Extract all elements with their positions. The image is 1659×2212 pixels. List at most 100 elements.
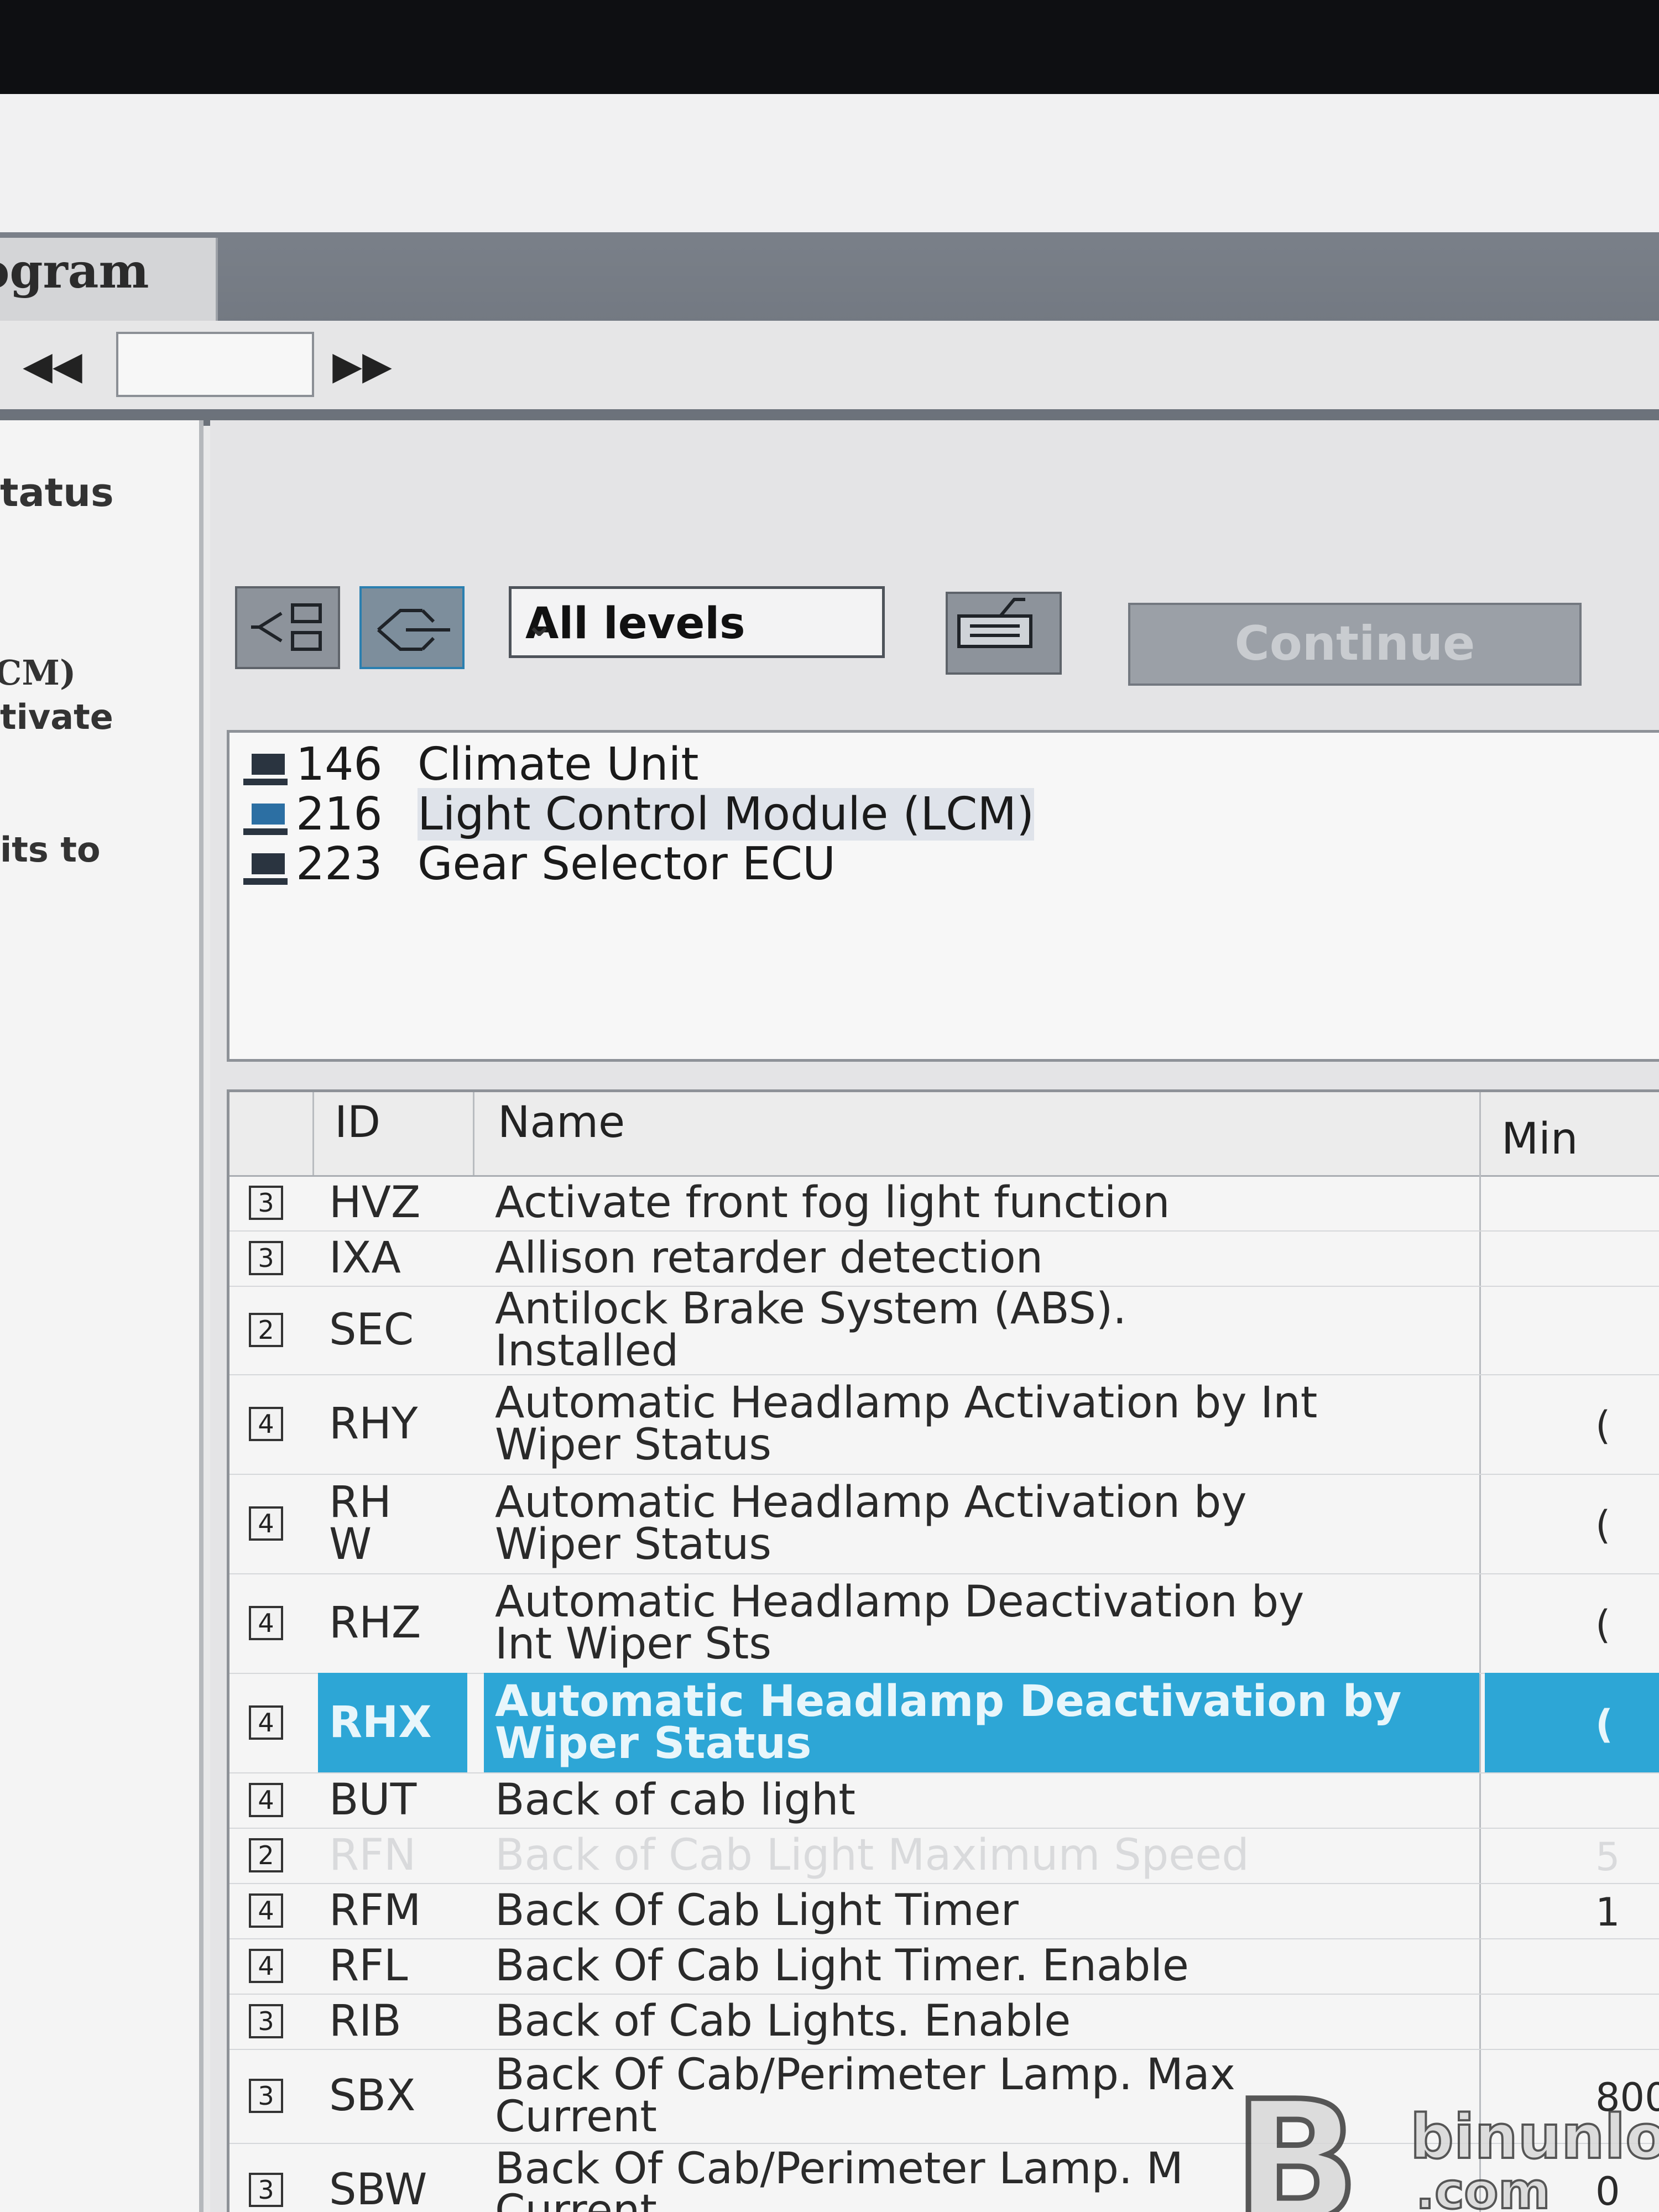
status-line-1: CM) bbox=[0, 653, 76, 693]
parameter-id: BUT bbox=[329, 1775, 417, 1825]
ecu-name: Light Control Module (LCM) bbox=[418, 788, 1035, 841]
column-header-id[interactable]: ID bbox=[335, 1098, 380, 1147]
table-row-selected[interactable]: 4 RHX Automatic Headlamp Deactivation by W… bbox=[229, 1673, 1659, 1773]
watermark-domain: .com bbox=[1415, 2161, 1551, 2212]
parameter-name: Back Of Cab Light Timer bbox=[495, 1886, 1019, 1936]
table-row[interactable]: 4 RFM Back Of Cab Light Timer 1 bbox=[229, 1883, 1659, 1939]
parameter-id: RFN bbox=[329, 1830, 416, 1880]
column-header-min[interactable]: Min bbox=[1501, 1114, 1578, 1164]
table-row[interactable]: 3 RIB Back of Cab Lights. Enable bbox=[229, 1994, 1659, 2050]
table-row[interactable]: 4 RH W Automatic Headlamp Activation by Wi… bbox=[229, 1474, 1659, 1574]
table-row[interactable]: 4 RFL Back Of Cab Light Timer. Enable bbox=[229, 1938, 1659, 1995]
parameter-id: RHY bbox=[329, 1399, 418, 1449]
tree-view-icon[interactable] bbox=[235, 586, 340, 669]
parameter-name: Back of Cab Lights. Enable bbox=[495, 1996, 1071, 2046]
parameter-name: Back of Cab Light Maximum Speed bbox=[495, 1830, 1249, 1880]
level-badge: 2 bbox=[249, 1838, 283, 1872]
screen: ogram ◀◀ ▶▶ tatus CM) tivate its to bbox=[0, 94, 1659, 2212]
table-row[interactable]: 2 SEC Antilock Brake System (ABS). Install… bbox=[229, 1286, 1659, 1375]
parameter-min: ( bbox=[1595, 1602, 1611, 1647]
ecu-item-selected[interactable]: 216 Light Control Module (LCM) bbox=[241, 788, 1035, 841]
parameter-id: SBW bbox=[329, 2165, 427, 2212]
program-tab[interactable]: ogram bbox=[0, 238, 218, 321]
watermark-name: binunlock bbox=[1409, 2100, 1659, 2173]
level-badge: 2 bbox=[249, 1313, 283, 1347]
level-badge: 4 bbox=[249, 1705, 283, 1740]
keyboard-icon[interactable] bbox=[946, 592, 1062, 675]
parameter-min: 1 bbox=[1595, 1890, 1620, 1935]
table-row[interactable]: 4 RHY Automatic Headlamp Activation by Int… bbox=[229, 1374, 1659, 1475]
ecu-id: 223 bbox=[296, 838, 383, 890]
parameter-id: RH W bbox=[329, 1478, 392, 1569]
parameter-id: HVZ bbox=[329, 1178, 421, 1228]
table-row[interactable]: 3 HVZ Activate front fog light function bbox=[229, 1175, 1659, 1232]
collapse-tree-icon[interactable] bbox=[359, 586, 465, 669]
fast-forward-icon[interactable]: ▶▶ bbox=[332, 343, 393, 393]
ecu-id: 146 bbox=[296, 738, 383, 791]
computer-icon bbox=[241, 848, 296, 886]
status-line-2: tivate bbox=[0, 697, 113, 737]
level-badge: 3 bbox=[249, 2173, 283, 2207]
table-row[interactable]: 3 IXA Allison retarder detection bbox=[229, 1230, 1659, 1287]
level-badge: 3 bbox=[249, 2004, 283, 2038]
continue-button[interactable]: Continue bbox=[1128, 603, 1582, 686]
table-row[interactable]: 4 BUT Back of cab light bbox=[229, 1772, 1659, 1829]
column-divider bbox=[473, 1092, 474, 1175]
parameters-table: ID Name Min 3 HVZ Activate front fog light… bbox=[227, 1089, 1659, 2212]
parameter-id: RHZ bbox=[329, 1598, 421, 1648]
main-area: All levels ⌄ Continue 146 Climate Unit 2… bbox=[210, 420, 1659, 2212]
parameter-name: Automatic Headlamp Deactivation by Int W… bbox=[495, 1577, 1305, 1669]
parameter-name: Back Of Cab Light Timer. Enable bbox=[495, 1941, 1189, 1991]
table-row[interactable]: 4 RHZ Automatic Headlamp Deactivation by I… bbox=[229, 1573, 1659, 1674]
top-band bbox=[0, 94, 1659, 232]
table-row[interactable]: 2 RFN Back of Cab Light Maximum Speed 5 bbox=[229, 1828, 1659, 1884]
parameter-min: 5 bbox=[1595, 1834, 1620, 1880]
parameter-min: ( bbox=[1595, 1503, 1611, 1548]
level-badge: 3 bbox=[249, 2079, 283, 2113]
table-header: ID Name Min bbox=[229, 1092, 1659, 1177]
parameter-id: RFL bbox=[329, 1941, 408, 1991]
parameter-name: Allison retarder detection bbox=[495, 1233, 1044, 1283]
selection-highlight bbox=[1485, 1673, 1659, 1772]
level-badge: 4 bbox=[249, 1949, 283, 1983]
parameter-id: RHX bbox=[329, 1698, 432, 1747]
parameter-min: ( bbox=[1595, 1403, 1611, 1448]
ecu-name: Climate Unit bbox=[418, 738, 699, 791]
rewind-icon[interactable]: ◀◀ bbox=[22, 343, 83, 393]
column-divider bbox=[312, 1092, 314, 1175]
status-line-3: its to bbox=[0, 830, 101, 870]
status-heading: tatus bbox=[0, 470, 114, 515]
parameter-name: Activate front fog light function bbox=[495, 1178, 1170, 1228]
parameter-name: Automatic Headlamp Activation by Int Wip… bbox=[495, 1378, 1318, 1470]
level-badge: 4 bbox=[249, 1407, 283, 1441]
ecu-id: 216 bbox=[296, 788, 383, 841]
ecu-item[interactable]: 223 Gear Selector ECU bbox=[241, 838, 836, 890]
levels-dropdown[interactable]: All levels ⌄ bbox=[509, 586, 885, 658]
parameter-min: ( bbox=[1595, 1702, 1613, 1747]
level-badge: 4 bbox=[249, 1893, 283, 1928]
computer-icon bbox=[241, 798, 296, 837]
chevron-down-icon: ⌄ bbox=[525, 606, 554, 644]
parameter-name: Back of cab light bbox=[495, 1775, 855, 1825]
status-panel: tatus CM) tivate its to bbox=[0, 420, 204, 2212]
parameter-id: SBX bbox=[329, 2071, 416, 2121]
navigation-field[interactable] bbox=[116, 332, 314, 397]
navigation-row: ◀◀ ▶▶ bbox=[0, 321, 1659, 409]
parameter-id: RFM bbox=[329, 1886, 421, 1936]
parameter-id: RIB bbox=[329, 1996, 401, 2046]
watermark-logo: B binunlock .com bbox=[1230, 2063, 1659, 2212]
program-tab-label: ogram bbox=[0, 243, 149, 299]
ecu-list: 146 Climate Unit 216 Light Control Module … bbox=[227, 730, 1659, 1062]
level-badge: 4 bbox=[249, 1783, 283, 1817]
watermark-b-icon: B bbox=[1230, 2065, 1363, 2212]
level-badge: 3 bbox=[249, 1186, 283, 1220]
ecu-item[interactable]: 146 Climate Unit bbox=[241, 738, 699, 791]
parameter-name: Automatic Headlamp Deactivation by Wiper… bbox=[495, 1677, 1402, 1768]
column-header-name[interactable]: Name bbox=[498, 1098, 625, 1147]
level-badge: 3 bbox=[249, 1241, 283, 1275]
parameter-id: IXA bbox=[329, 1233, 401, 1283]
ecu-name: Gear Selector ECU bbox=[418, 838, 836, 890]
parameter-name: Antilock Brake System (ABS). Installed bbox=[495, 1284, 1127, 1376]
parameter-id: SEC bbox=[329, 1305, 414, 1355]
level-badge: 4 bbox=[249, 1606, 283, 1640]
